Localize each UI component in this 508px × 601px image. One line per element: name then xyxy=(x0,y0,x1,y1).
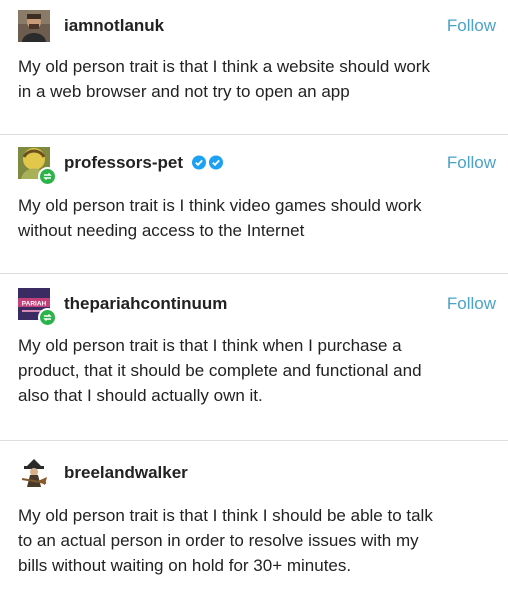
avatar[interactable] xyxy=(18,147,57,186)
reblog-badge-icon xyxy=(38,167,57,186)
post-text-line: My old person trait is that I think I sh… xyxy=(18,506,433,525)
post-text-line: bills without waiting on hold for 30+ mi… xyxy=(18,556,352,575)
username[interactable]: iamnotlanuk xyxy=(64,16,164,36)
post: breelandwalker My old person trait is th… xyxy=(0,441,508,601)
post-header: PARIAH thepariahcontinuum Follow xyxy=(18,288,496,327)
username[interactable]: professors-pet xyxy=(64,153,224,175)
avatar-logo-text: PARIAH xyxy=(22,301,47,308)
post-text: My old person trait is that I think when… xyxy=(18,333,498,408)
post: iamnotlanuk Follow My old person trait i… xyxy=(0,0,508,135)
post-text-line: product, that it should be complete and … xyxy=(18,361,422,380)
post-text-line: My old person trait is that I think a we… xyxy=(18,57,430,76)
post-header: professors-pet Follow xyxy=(18,147,496,186)
post-text-line: also that I should actually own it. xyxy=(18,386,263,405)
post-text-line: My old person trait is I think video gam… xyxy=(18,196,422,215)
post-text-line: in a web browser and not try to open an … xyxy=(18,82,350,101)
post-text-line: to an actual person in order to resolve … xyxy=(18,531,419,550)
follow-button[interactable]: Follow xyxy=(447,294,496,314)
avatar[interactable] xyxy=(18,10,50,42)
post: professors-pet Follow My old person trai… xyxy=(0,135,508,274)
avatar[interactable]: PARIAH xyxy=(18,288,57,327)
post-text: My old person trait is I think video gam… xyxy=(18,193,498,243)
post-header: iamnotlanuk Follow xyxy=(18,10,496,46)
post: PARIAH thepariahcontinuum Follow My old … xyxy=(0,274,508,441)
follow-button[interactable]: Follow xyxy=(447,16,496,36)
reblog-badge-icon xyxy=(38,308,57,327)
feed: iamnotlanuk Follow My old person trait i… xyxy=(0,0,508,601)
post-text-line: without needing access to the Internet xyxy=(18,221,305,240)
avatar[interactable] xyxy=(18,457,50,489)
post-text: My old person trait is that I think I sh… xyxy=(18,503,498,578)
follow-button[interactable]: Follow xyxy=(447,153,496,173)
username[interactable]: thepariahcontinuum xyxy=(64,294,227,314)
verified-badges xyxy=(191,155,224,175)
post-text: My old person trait is that I think a we… xyxy=(18,54,498,104)
post-header: breelandwalker xyxy=(18,457,496,493)
username[interactable]: breelandwalker xyxy=(64,463,188,483)
username-text[interactable]: professors-pet xyxy=(64,153,183,172)
post-text-line: My old person trait is that I think when… xyxy=(18,336,402,355)
verified-check-icon xyxy=(191,155,223,170)
